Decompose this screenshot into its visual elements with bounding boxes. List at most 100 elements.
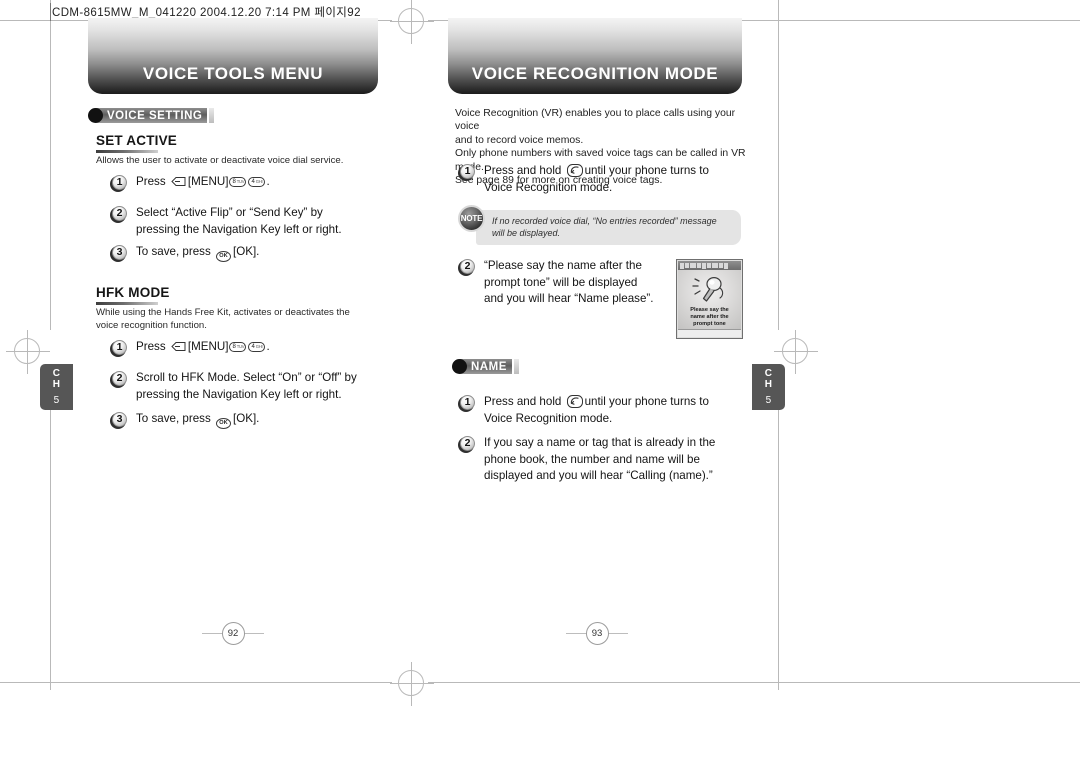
left-page-title: VOICE TOOLS MENU: [142, 64, 324, 83]
step-text: Press [MENU] 8TUV 4GHI.: [136, 174, 270, 191]
step-text: “Please say the name after the prompt to…: [484, 258, 653, 308]
step-text: Press and hold until your phone turns to…: [484, 394, 709, 427]
description-hfk-mode: While using the Hands Free Kit, activate…: [96, 307, 350, 331]
step-set-active-3: 3 To save, press OK [OK].: [110, 244, 390, 262]
step-save-label: To save, press: [136, 245, 214, 258]
step-line-1: Select “Active Flip” or “Send Key” by: [136, 206, 323, 219]
registration-mark-top: [390, 0, 434, 44]
step-name-2: 2 If you say a name or tag that is alrea…: [458, 435, 748, 485]
badge-name-label: NAME: [460, 359, 512, 374]
ok-label: [OK].: [232, 245, 260, 258]
step-number-badge: 3: [110, 245, 127, 262]
badge-voice-setting: VOICE SETTING: [88, 107, 215, 124]
step-text: Press and hold until your phone turns to…: [484, 163, 709, 196]
badge-bullet-icon: [88, 108, 103, 123]
step-text: Select “Active Flip” or “Send Key” by pr…: [136, 205, 342, 238]
step-set-active-1: 1 Press [MENU] 8TUV 4GHI.: [110, 174, 390, 192]
trim-line-right-lower: [778, 380, 779, 690]
phone-screen-body: Please say the name after the prompt ton…: [678, 270, 741, 329]
chapter-tab-letter-h: H: [764, 378, 773, 390]
step-number-badge: 1: [110, 175, 127, 192]
key-8-icon: 8TUV: [229, 342, 247, 352]
send-key-icon: [566, 164, 583, 177]
step-number-badge: 2: [458, 436, 475, 453]
step-number-badge: 2: [110, 206, 127, 223]
step-hfk-1: 1 Press [MENU] 8TUV 4GHI.: [110, 339, 390, 357]
step-line-2: prompt tone” will be displayed: [484, 275, 638, 289]
step-line-1: If you say a name or tag that is already…: [484, 436, 716, 449]
step-text: If you say a name or tag that is already…: [484, 435, 715, 485]
caption-line-3: prompt tone: [693, 321, 726, 328]
badge-name: NAME: [452, 358, 519, 375]
trim-line-left-lower: [50, 380, 51, 690]
chapter-tab-right: C H 5: [752, 364, 785, 410]
step-text: To save, press OK [OK].: [136, 244, 259, 262]
caption-line-1: Please say the: [690, 307, 729, 313]
step-text: To save, press OK [OK].: [136, 411, 259, 429]
step-set-active-2: 2 Select “Active Flip” or “Send Key” by …: [110, 205, 395, 238]
step-press-label: Press: [136, 340, 169, 353]
step-number-badge: 1: [458, 164, 475, 181]
send-key-icon: [566, 395, 583, 408]
step-line-1: Scroll to HFK Mode. Select “On” or “Off”…: [136, 371, 357, 384]
badge-end-cap: [513, 359, 519, 374]
softkey-icon: [171, 341, 186, 352]
step-number-badge: 1: [458, 395, 475, 412]
phone-screenshot: Please say the name after the prompt ton…: [676, 259, 743, 339]
phone-softkey-bar: [678, 329, 741, 337]
step-hfk-3: 3 To save, press OK [OK].: [110, 411, 390, 429]
chapter-tab-letter-h: H: [52, 378, 61, 390]
note-line-2: will be displayed.: [492, 228, 561, 238]
phone-screen-caption: Please say the name after the prompt ton…: [688, 307, 731, 329]
step-line-2: pressing the Navigation Key left or righ…: [136, 222, 342, 236]
key-4-icon: 4GHI: [248, 177, 266, 187]
heading-hfk-mode: HFK MODE: [96, 285, 170, 300]
intro-line-2: and to record voice memos.: [455, 134, 584, 146]
trim-line-left: [50, 0, 51, 330]
press-hold-suffix: until your phone turns to: [584, 164, 709, 177]
step-press-label: Press: [136, 175, 169, 188]
press-hold-label: Press and hold: [484, 164, 565, 177]
microphone-icon: [690, 275, 730, 305]
heading-hfk-mode-rule: [96, 302, 158, 305]
step-line-2: Voice Recognition mode.: [484, 411, 613, 425]
step-period: .: [266, 340, 270, 353]
step-text: Scroll to HFK Mode. Select “On” or “Off”…: [136, 370, 357, 403]
step-vr-2: 2 “Please say the name after the prompt …: [458, 258, 673, 308]
menu-label: [MENU]: [187, 340, 229, 353]
trim-line-bottom-right: [428, 682, 1080, 683]
folio-right: 93: [566, 621, 628, 645]
step-line-1: “Please say the name after the: [484, 259, 642, 272]
step-number-badge: 2: [110, 371, 127, 388]
registration-mark-right: [774, 330, 818, 374]
note-badge-icon: NOTE: [458, 205, 485, 232]
press-hold-label: Press and hold: [484, 395, 565, 408]
step-line-3: and you will hear “Name please”.: [484, 292, 654, 305]
key-8-icon: 8TUV: [229, 177, 247, 187]
badge-end-cap: [209, 108, 215, 123]
folio-right-number: 93: [585, 621, 609, 645]
step-text: Press [MENU] 8TUV 4GHI.: [136, 339, 270, 356]
intro-line-1: Voice Recognition (VR) enables you to pl…: [455, 108, 736, 133]
step-line-2: pressing the Navigation Key left or righ…: [136, 387, 342, 401]
step-number-badge: 1: [110, 340, 127, 357]
chapter-tab-number: 5: [765, 395, 772, 407]
ok-label: [OK].: [232, 412, 260, 425]
step-hfk-2: 2 Scroll to HFK Mode. Select “On” or “Of…: [110, 370, 395, 403]
note-callout: NOTE If no recorded voice dial, “No entr…: [458, 205, 746, 245]
chapter-tab-number: 5: [53, 395, 60, 407]
ok-key-icon: OK: [215, 250, 231, 262]
left-page-title-bar: VOICE TOOLS MENU: [88, 18, 378, 94]
trim-line-bottom-left: [0, 682, 392, 683]
chapter-tab-left: C H 5: [40, 364, 73, 410]
right-page-title: VOICE RECOGNITION MODE: [471, 64, 719, 83]
menu-label: [MENU]: [187, 175, 229, 188]
step-number-badge: 2: [458, 259, 475, 276]
badge-bullet-icon: [452, 359, 467, 374]
registration-mark-bottom: [390, 662, 434, 706]
heading-set-active: SET ACTIVE: [96, 133, 178, 148]
note-text: If no recorded voice dial, “No entries r…: [476, 210, 741, 245]
description-set-active: Allows the user to activate or deactivat…: [96, 155, 344, 166]
step-save-label: To save, press: [136, 412, 214, 425]
step-period: .: [266, 175, 270, 188]
